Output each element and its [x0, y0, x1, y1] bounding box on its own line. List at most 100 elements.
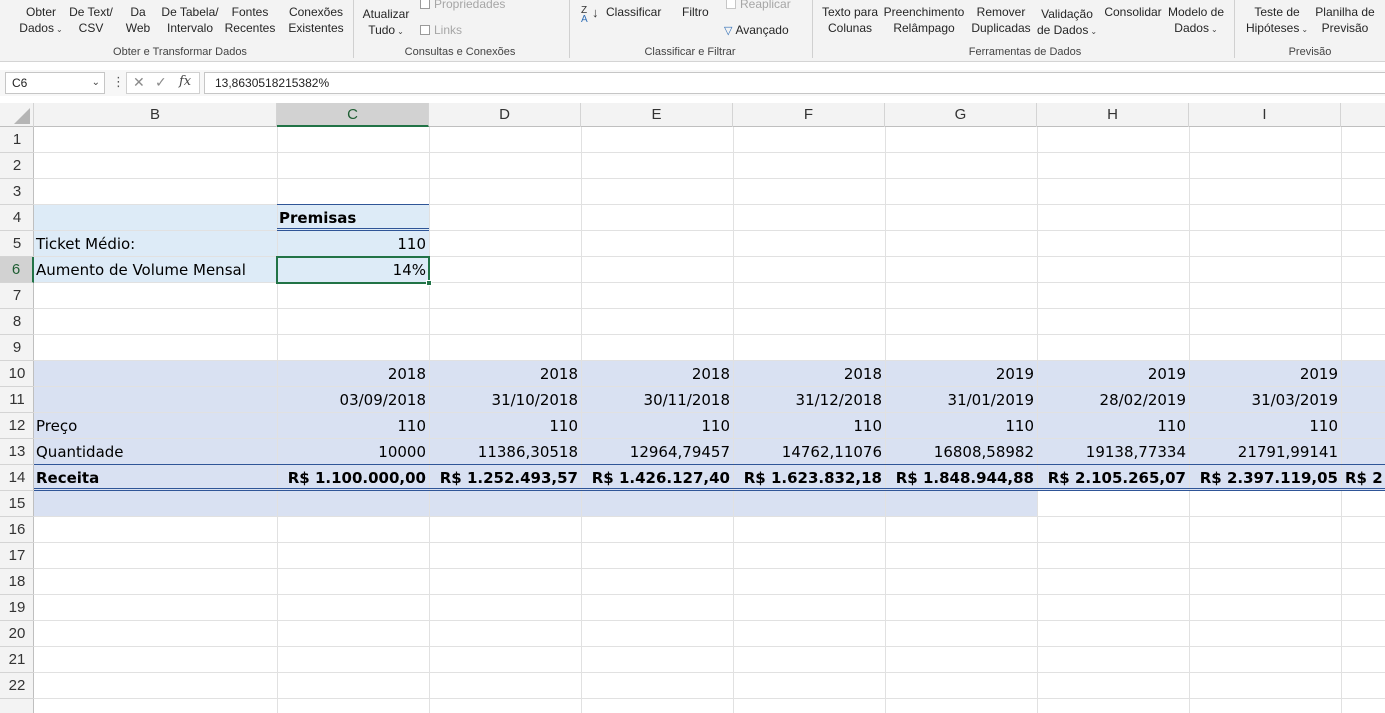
name-box[interactable]: C6 ⌄	[5, 72, 105, 94]
row-header-16[interactable]: 16	[0, 517, 34, 543]
date-cell[interactable]: 31/10/2018	[429, 387, 581, 413]
receita-cell[interactable]: R$ 1.100.000,00	[277, 465, 429, 491]
preco-cell[interactable]: 110	[885, 413, 1037, 439]
de-text-csv-button[interactable]: De Text/CSV	[64, 4, 118, 36]
row-header-7[interactable]: 7	[0, 283, 34, 309]
formula-input[interactable]: 13,8630518215382%	[204, 72, 1385, 94]
preco-cell[interactable]: 110	[733, 413, 885, 439]
receita-label[interactable]: Receita	[34, 465, 277, 491]
quantidade-cell[interactable]: 19138,77334	[1037, 439, 1189, 465]
preenchimento-relampago-button[interactable]: Preenchimento Relâmpago	[882, 4, 966, 36]
receita-cell[interactable]: R$ 1.426.127,40	[581, 465, 733, 491]
receita-cell[interactable]: R$ 1.623.832,18	[733, 465, 885, 491]
row-header-15[interactable]: 15	[0, 491, 34, 517]
remover-duplicadas-button[interactable]: Remover Duplicadas	[968, 4, 1034, 36]
ticket-medio-value[interactable]: 110	[277, 231, 429, 257]
row-header-17[interactable]: 17	[0, 543, 34, 569]
row-header-4[interactable]: 4	[0, 205, 34, 231]
receita-cell[interactable]: R$ 1.252.493,57	[429, 465, 581, 491]
filtro-button[interactable]: Filtro	[682, 4, 709, 20]
receita-cell[interactable]: R$ 2	[1343, 465, 1385, 491]
aumento-volume-label[interactable]: Aumento de Volume Mensal	[34, 257, 277, 283]
row-header-20[interactable]: 20	[0, 621, 34, 647]
insert-function-icon[interactable]: fx	[179, 74, 191, 89]
validacao-de-dados-button[interactable]: Validação de Dados ⌄	[1034, 6, 1100, 40]
fill-handle[interactable]	[426, 280, 432, 286]
row-header-13[interactable]: 13	[0, 439, 34, 465]
consolidar-button[interactable]: Consolidar	[1102, 4, 1164, 20]
row-header-10[interactable]: 10	[0, 361, 34, 387]
preco-cell[interactable]: 110	[1189, 413, 1341, 439]
column-header-e[interactable]: E	[581, 103, 733, 127]
row-header-21[interactable]: 21	[0, 647, 34, 673]
cancel-icon[interactable]: ✕	[133, 74, 145, 91]
da-web-button[interactable]: Da Web	[118, 4, 158, 36]
cell-grid[interactable]: Premisas Ticket Médio: 110 Aumento de Vo…	[34, 127, 1385, 713]
preco-cell[interactable]: 110	[1037, 413, 1189, 439]
enter-icon[interactable]: ✓	[155, 74, 167, 91]
receita-cell[interactable]: R$ 2.105.265,07	[1037, 465, 1189, 491]
year-cell[interactable]: 2018	[277, 361, 429, 387]
date-cell[interactable]: 03/09/2018	[277, 387, 429, 413]
planilha-de-previsao-button[interactable]: Planilha de Previsão	[1312, 4, 1378, 36]
de-tabela-intervalo-button[interactable]: De Tabela/Intervalo	[158, 4, 222, 36]
receita-cell[interactable]: R$ 1.848.944,88	[885, 465, 1037, 491]
links-button[interactable]: Links	[420, 22, 462, 38]
row-header-6[interactable]: 6	[0, 257, 34, 283]
row-header-11[interactable]: 11	[0, 387, 34, 413]
more-options-icon[interactable]: ⋮	[112, 74, 125, 90]
date-cell[interactable]: 31/03/2019	[1189, 387, 1341, 413]
sort-az-icon[interactable]: Z A ↓	[581, 6, 601, 28]
premisas-header[interactable]: Premisas	[277, 205, 429, 231]
preco-label[interactable]: Preço	[34, 413, 277, 439]
quantidade-cell[interactable]: 10000	[277, 439, 429, 465]
year-cell[interactable]: 2019	[885, 361, 1037, 387]
column-header-g[interactable]: G	[885, 103, 1037, 127]
column-header-b[interactable]: B	[34, 103, 277, 127]
column-header-h[interactable]: H	[1037, 103, 1189, 127]
obter-dados-button[interactable]: Obter Dados ⌄	[14, 4, 68, 38]
row-header-3[interactable]: 3	[0, 179, 34, 205]
column-header-c[interactable]: C	[277, 103, 429, 127]
ticket-medio-label[interactable]: Ticket Médio:	[34, 231, 277, 257]
reaplicar-button[interactable]: Reaplicar	[726, 0, 791, 12]
row-header-12[interactable]: 12	[0, 413, 34, 439]
row-header-8[interactable]: 8	[0, 309, 34, 335]
column-header-f[interactable]: F	[733, 103, 885, 127]
quantidade-cell[interactable]: 16808,58982	[885, 439, 1037, 465]
preco-cell[interactable]: 110	[277, 413, 429, 439]
receita-cell[interactable]: R$ 2.397.119,05	[1189, 465, 1341, 491]
row-header-2[interactable]: 2	[0, 153, 34, 179]
fontes-recentes-button[interactable]: Fontes Recentes	[222, 4, 278, 36]
quantidade-cell[interactable]: 12964,79457	[581, 439, 733, 465]
row-header-5[interactable]: 5	[0, 231, 34, 257]
avancado-button[interactable]: ▽ Avançado	[724, 22, 789, 39]
year-cell[interactable]: 2018	[581, 361, 733, 387]
texto-para-colunas-button[interactable]: Texto para Colunas	[818, 4, 882, 36]
propriedades-button[interactable]: Propriedades	[420, 0, 505, 12]
quantidade-cell[interactable]: 21791,99141	[1189, 439, 1341, 465]
row-header-18[interactable]: 18	[0, 569, 34, 595]
row-header-9[interactable]: 9	[0, 335, 34, 361]
column-header-i[interactable]: I	[1189, 103, 1341, 127]
year-cell[interactable]: 2019	[1189, 361, 1341, 387]
row-header-1[interactable]: 1	[0, 127, 34, 153]
date-cell[interactable]: 31/12/2018	[733, 387, 885, 413]
row-header-22[interactable]: 22	[0, 673, 34, 699]
column-header-d[interactable]: D	[429, 103, 581, 127]
year-cell[interactable]: 2018	[429, 361, 581, 387]
conexoes-existentes-button[interactable]: Conexões Existentes	[285, 4, 347, 36]
modelo-de-dados-button[interactable]: Modelo de Dados ⌄	[1164, 4, 1228, 38]
atualizar-tudo-button[interactable]: Atualizar Tudo ⌄	[356, 6, 416, 40]
quantidade-cell[interactable]: 11386,30518	[429, 439, 581, 465]
classificar-button[interactable]: Classificar	[606, 4, 661, 20]
selected-cell[interactable]	[276, 256, 432, 286]
row-header-14[interactable]: 14	[0, 465, 34, 491]
teste-de-hipoteses-button[interactable]: Teste de Hipóteses ⌄	[1242, 4, 1312, 38]
quantidade-label[interactable]: Quantidade	[34, 439, 277, 465]
date-cell[interactable]: 31/01/2019	[885, 387, 1037, 413]
date-cell[interactable]: 30/11/2018	[581, 387, 733, 413]
column-header-j[interactable]	[1341, 103, 1385, 127]
select-all-button[interactable]	[0, 103, 34, 127]
chevron-down-icon[interactable]: ⌄	[92, 73, 100, 93]
